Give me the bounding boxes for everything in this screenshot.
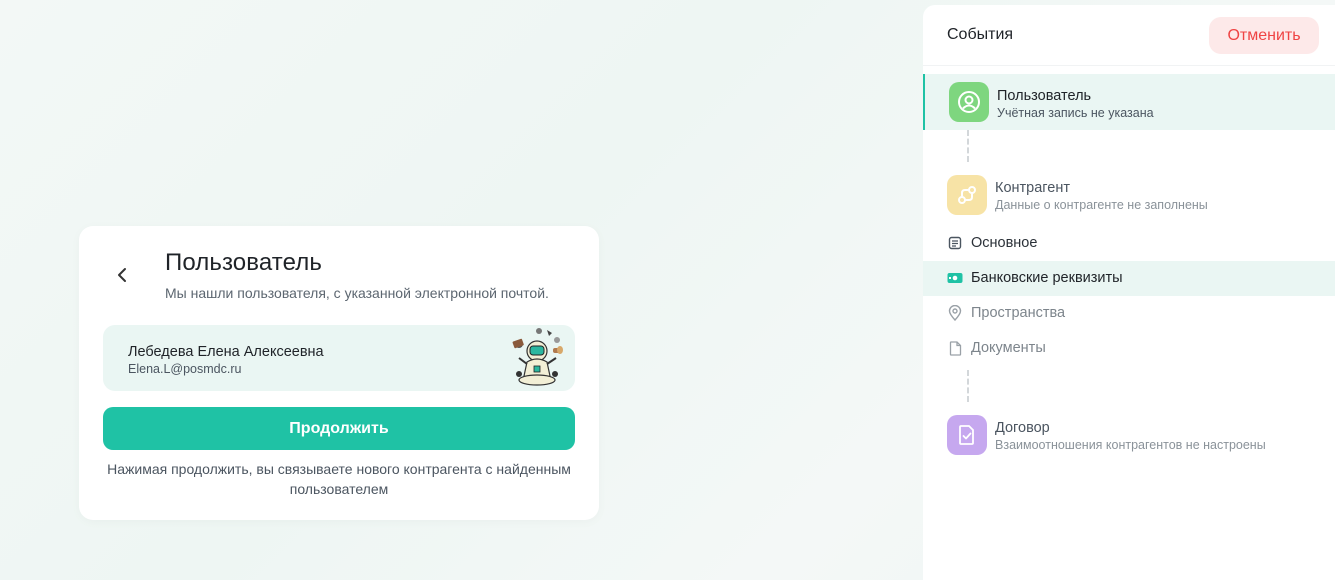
card-subtitle: Мы нашли пользователя, с указанной элект… — [165, 285, 549, 301]
step-contract-title[interactable]: Договор — [995, 420, 1050, 436]
sub-item-documents[interactable]: Документы — [923, 331, 1335, 366]
route-icon[interactable] — [947, 175, 987, 215]
divider — [923, 65, 1335, 66]
step-counterparty-title[interactable]: Контрагент — [995, 180, 1070, 196]
connector-line — [967, 370, 969, 402]
avatar — [512, 328, 563, 386]
document-text-icon — [947, 235, 963, 251]
sub-item-main[interactable]: Основное — [923, 226, 1335, 261]
user-circle-icon — [949, 82, 989, 122]
file-icon — [947, 340, 963, 356]
sub-item-bank-details[interactable]: Банковские реквизиты — [923, 261, 1335, 296]
card-title: Пользователь — [165, 249, 322, 276]
document-check-icon[interactable] — [947, 415, 987, 455]
step-user-desc: Учётная запись не указана — [997, 106, 1154, 120]
step-contract-desc: Взаимоотношения контрагентов не настроен… — [995, 438, 1266, 452]
connector-line — [967, 130, 969, 162]
step-counterparty-desc: Данные о контрагенте не заполнены — [995, 198, 1208, 212]
user-name: Лебедева Елена Алексеевна — [128, 344, 324, 360]
user-email: Elena.L@posmdc.ru — [128, 362, 242, 376]
back-button[interactable] — [110, 262, 136, 288]
step-user-title: Пользователь — [997, 88, 1092, 104]
continue-note: Нажимая продолжить, вы связываете нового… — [107, 461, 571, 497]
chevron-left-icon — [118, 268, 126, 282]
banknote-icon — [947, 270, 963, 286]
sub-item-label: Основное — [971, 235, 1038, 251]
sub-item-label: Банковские реквизиты — [971, 270, 1123, 286]
sub-item-label: Пространства — [971, 305, 1066, 321]
location-pin-icon — [947, 305, 963, 321]
continue-button[interactable]: Продолжить — [103, 407, 575, 450]
cancel-button[interactable]: Отменить — [1209, 17, 1319, 54]
panel-title: События — [947, 26, 1014, 43]
sub-item-label: Документы — [971, 340, 1046, 356]
sub-item-spaces[interactable]: Пространства — [923, 296, 1335, 331]
